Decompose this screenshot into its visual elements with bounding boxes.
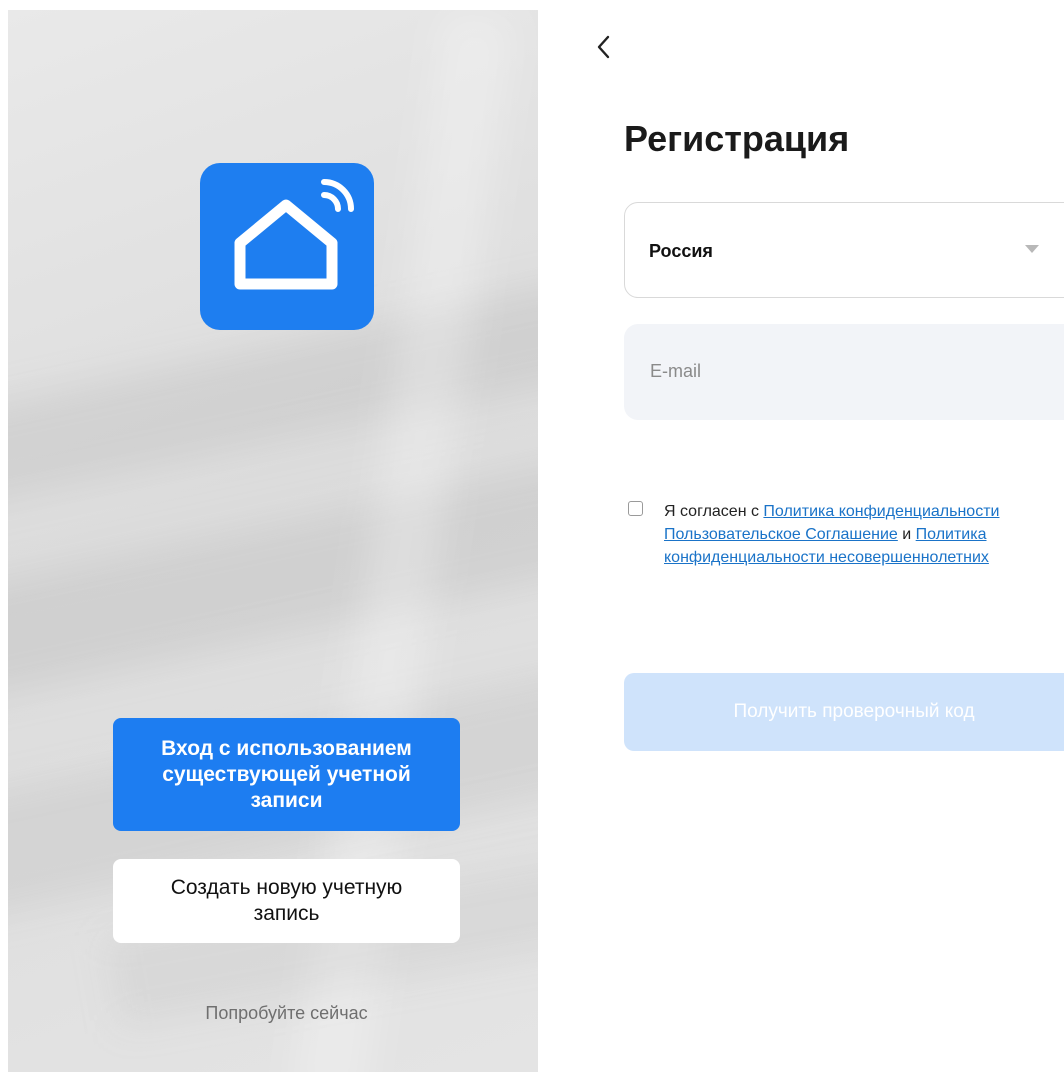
agreement-prefix: Я согласен с xyxy=(664,503,764,520)
welcome-screen: Вход с использованием существующей учетн… xyxy=(8,10,538,1072)
caret-down-icon xyxy=(1025,245,1039,253)
create-account-button[interactable]: Создать новую учетную запись xyxy=(113,859,460,943)
agreement-conjunction: и xyxy=(897,526,916,543)
country-select[interactable]: Россия xyxy=(624,202,1064,298)
privacy-policy-link[interactable]: Политика конфиденциальности xyxy=(763,503,999,520)
email-field-container[interactable] xyxy=(624,324,1064,420)
agreement-checkbox[interactable] xyxy=(628,501,643,516)
country-value: Россия xyxy=(649,241,713,261)
background-shadow xyxy=(8,448,538,702)
page-title: Регистрация xyxy=(624,118,850,159)
get-verification-code-button[interactable]: Получить проверочный код xyxy=(624,673,1064,751)
chevron-left-icon[interactable] xyxy=(594,34,614,60)
try-now-link[interactable]: Попробуйте сейчас xyxy=(113,1003,460,1024)
smart-home-app-icon xyxy=(200,163,374,330)
registration-screen: Регистрация Россия Я согласен с Политика… xyxy=(560,0,1064,1077)
house-icon xyxy=(234,199,338,290)
user-agreement-link[interactable]: Пользовательское Соглашение xyxy=(664,526,898,543)
agreement-text: Я согласен с Политика конфиденциальности… xyxy=(664,500,1024,569)
login-existing-account-button[interactable]: Вход с использованием существующей учетн… xyxy=(113,718,460,831)
wifi-arc-inner xyxy=(321,192,341,212)
email-input[interactable] xyxy=(648,360,1032,383)
